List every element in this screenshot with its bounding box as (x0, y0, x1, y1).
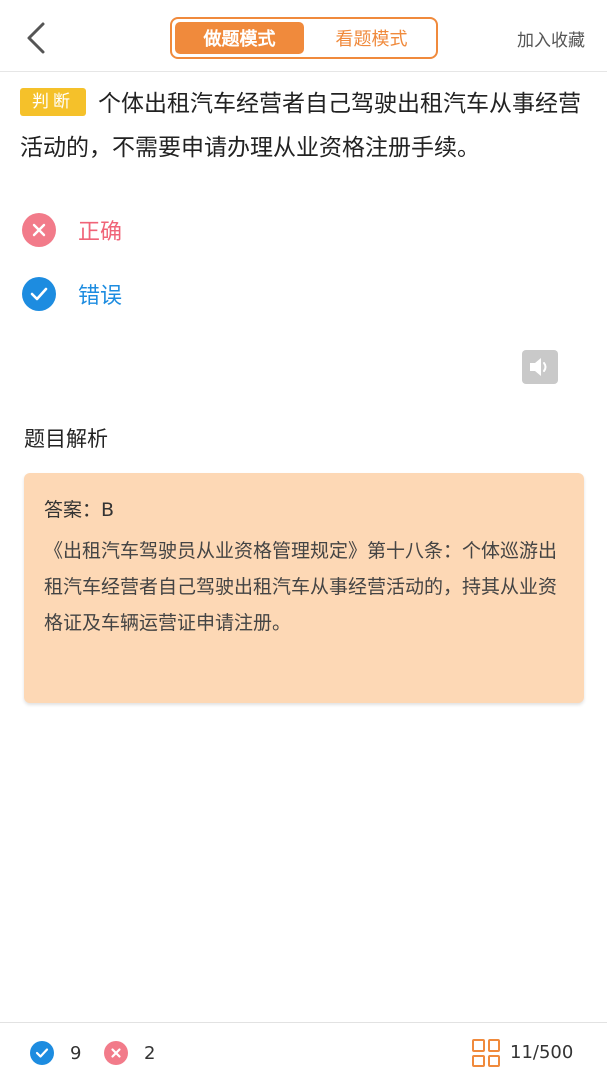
wrong-count-value: 2 (144, 1042, 156, 1064)
wrong-mark-icon (22, 213, 56, 247)
answer-text: 答案：B (44, 499, 115, 521)
speaker-button[interactable] (522, 350, 558, 384)
question-progress[interactable]: 11/500 (510, 1042, 573, 1063)
add-favorite-button[interactable]: 加入收藏 (517, 26, 585, 51)
speaker-icon (530, 358, 547, 376)
question-type-badge: 判断 (20, 88, 86, 116)
answer-sheet-icon[interactable] (472, 1039, 500, 1067)
wrong-count: 2 (104, 1041, 155, 1065)
analysis-title: 题目解析 (24, 427, 108, 451)
check-circle-icon (30, 1041, 54, 1065)
check-mark-icon (22, 277, 56, 311)
top-bar: 做题模式 看题模式 加入收藏 (0, 0, 607, 72)
question-block: 判断 个体出租汽车经营者自己驾驶出租汽车从事经营活动的，不需要申请办理从业资格注册… (20, 82, 590, 170)
explanation-text: 《出租汽车驾驶员从业资格管理规定》第十八条：个体巡游出租汽车经营者自己驾驶出租汽… (44, 540, 558, 634)
tab-practice-mode[interactable]: 做题模式 (175, 22, 304, 54)
option-label: 正确 (78, 220, 123, 245)
cross-circle-icon (104, 1041, 128, 1065)
correct-count: 9 (30, 1041, 81, 1065)
analysis-card: 答案：B 《出租汽车驾驶员从业资格管理规定》第十八条：个体巡游出租汽车经营者自己… (24, 473, 584, 703)
option-false[interactable]: 错误 (22, 277, 122, 311)
option-true[interactable]: 正确 (22, 213, 122, 247)
tab-review-mode[interactable]: 看题模式 (307, 19, 436, 57)
option-label: 错误 (78, 284, 123, 309)
correct-count-value: 9 (70, 1042, 82, 1064)
bottom-bar: 9 2 11/500 (0, 1022, 607, 1080)
back-button[interactable] (18, 20, 54, 56)
mode-switch: 做题模式 看题模式 (170, 17, 438, 59)
chevron-left-icon (27, 22, 45, 54)
question-text: 个体出租汽车经营者自己驾驶出租汽车从事经营活动的，不需要申请办理从业资格注册手续… (20, 91, 581, 161)
